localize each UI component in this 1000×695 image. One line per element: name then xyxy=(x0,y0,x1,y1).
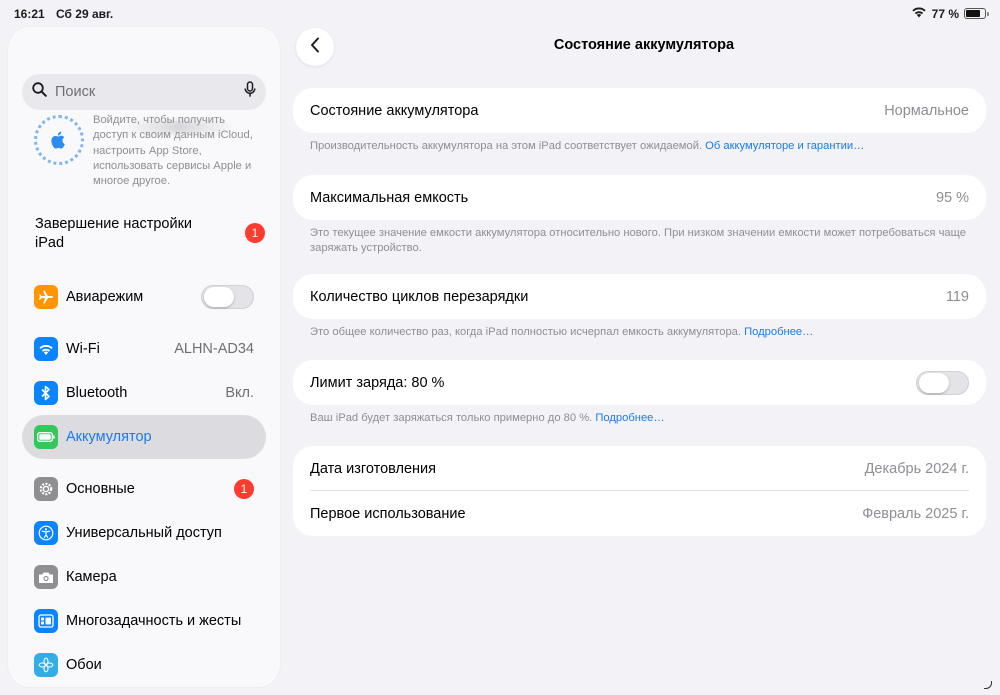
max-capacity-footnote: Это текущее значение емкости аккумулятор… xyxy=(310,227,966,254)
battery-status-icon xyxy=(964,8,989,19)
charge-cycles-card: Количество циклов перезарядки 119 xyxy=(293,274,986,319)
sidebar-item-label: Wi-Fi xyxy=(66,341,100,357)
sidebar-item-airplane[interactable]: Авиарежим xyxy=(22,275,266,319)
status-time: 16:21 xyxy=(14,7,45,21)
charge-cycles-footnote: Это общее количество раз, когда iPad пол… xyxy=(310,325,980,340)
battery-percent: 77 % xyxy=(931,6,959,21)
search-field[interactable]: Поиск xyxy=(22,74,266,110)
setup-badge: 1 xyxy=(245,223,265,243)
wallpaper-icon xyxy=(34,653,58,677)
page-title: Состояние аккумулятора xyxy=(553,37,735,53)
wifi-status-icon xyxy=(911,6,927,21)
sidebar-item-label: Камера xyxy=(66,569,117,585)
charge-limit-label: Лимит заряда: 80 % xyxy=(310,374,445,391)
status-bar: 16:21 Сб 29 авг. 77 % xyxy=(0,0,1000,26)
bluetooth-status: Вкл. xyxy=(225,385,254,401)
general-badge: 1 xyxy=(234,479,254,499)
charge-limit-row: Лимит заряда: 80 % xyxy=(293,360,986,405)
charge-cycles-footnote-text: Это общее количество раз, когда iPad пол… xyxy=(310,326,742,338)
bluetooth-icon xyxy=(34,381,58,405)
apple-id-description: Войдите, чтобы получить доступ к своим д… xyxy=(93,114,253,188)
sidebar-item-bluetooth[interactable]: Bluetooth Вкл. xyxy=(22,371,266,415)
charge-limit-footnote: Ваш iPad будет заряжаться только примерн… xyxy=(310,411,980,426)
status-time-date: 16:21 Сб 29 авг. xyxy=(14,7,113,21)
charge-limit-more-link[interactable]: Подробнее… xyxy=(595,412,664,424)
charge-limit-card: Лимит заряда: 80 % xyxy=(293,360,986,405)
sidebar-item-label: Аккумулятор xyxy=(66,429,152,445)
first-use-row: Первое использование Февраль 2025 г. xyxy=(293,491,986,536)
sidebar-item-label: Обои xyxy=(66,657,102,673)
finish-setup-label: Завершение настройки iPad xyxy=(35,216,193,251)
sidebar-item-wifi[interactable]: Wi-Fi ALHN-AD34 xyxy=(22,327,266,371)
charge-cycles-row: Количество циклов перезарядки 119 xyxy=(293,274,986,319)
accessibility-icon xyxy=(34,521,58,545)
sidebar-item-label: Bluetooth xyxy=(66,385,128,401)
charge-cycles-value: 119 xyxy=(945,288,969,305)
wifi-network-name: ALHN-AD34 xyxy=(174,341,254,357)
resize-corner xyxy=(984,681,992,689)
max-capacity-label: Максимальная емкость xyxy=(310,189,469,206)
sidebar-item-wallpaper[interactable]: Обои xyxy=(22,643,266,687)
sidebar-item-camera[interactable]: Камера xyxy=(22,555,266,599)
max-capacity-value: 95 % xyxy=(935,189,969,206)
apple-id-signin[interactable]: Войдите, чтобы получить доступ к своим д… xyxy=(34,113,264,193)
charge-limit-footnote-text: Ваш iPad будет заряжаться только примерн… xyxy=(310,412,593,424)
first-use-value: Февраль 2025 г. xyxy=(862,505,969,522)
wifi-icon xyxy=(34,337,58,361)
sidebar-item-battery[interactable]: Аккумулятор xyxy=(22,415,266,459)
sidebar-item-multitasking[interactable]: Многозадачность и жесты xyxy=(22,599,266,643)
status-date: Сб 29 авг. xyxy=(56,7,114,21)
battery-dates-card: Дата изготовления Декабрь 2024 г. Первое… xyxy=(293,446,986,536)
search-icon xyxy=(32,82,47,102)
manufacture-date-row: Дата изготовления Декабрь 2024 г. xyxy=(293,446,986,491)
multitasking-icon xyxy=(34,609,58,633)
first-use-label: Первое использование xyxy=(310,505,466,522)
max-capacity-card: Максимальная емкость 95 % xyxy=(293,175,986,220)
battery-warranty-link[interactable]: Об аккумуляторе и гарантии… xyxy=(705,140,864,152)
charge-limit-toggle[interactable] xyxy=(916,370,969,395)
battery-icon xyxy=(34,425,58,449)
battery-health-footnote-text: Производительность аккумулятора на этом … xyxy=(310,140,703,152)
battery-health-footnote: Производительность аккумулятора на этом … xyxy=(310,139,980,154)
airplane-mode-toggle[interactable] xyxy=(201,285,254,309)
manufacture-date-value: Декабрь 2024 г. xyxy=(864,460,969,477)
gear-icon xyxy=(34,477,58,501)
sidebar-item-label: Авиарежим xyxy=(66,289,144,305)
apple-account-icon xyxy=(34,115,84,165)
battery-health-card: Состояние аккумулятора Нормальное xyxy=(293,88,986,133)
sidebar-item-label: Многозадачность и жесты xyxy=(66,613,242,629)
sidebar-item-general[interactable]: Основные 1 xyxy=(22,467,266,511)
charge-cycles-label: Количество циклов перезарядки xyxy=(310,288,529,305)
sidebar-item-label: Универсальный доступ xyxy=(66,525,222,541)
battery-health-row: Состояние аккумулятора Нормальное xyxy=(293,88,986,133)
sidebar-item-accessibility[interactable]: Универсальный доступ xyxy=(22,511,266,555)
camera-icon xyxy=(34,565,58,589)
charge-cycles-more-link[interactable]: Подробнее… xyxy=(744,326,813,338)
search-placeholder: Поиск xyxy=(55,84,96,100)
battery-health-value: Нормальное xyxy=(884,102,969,119)
battery-health-label: Состояние аккумулятора xyxy=(310,102,479,119)
airplane-icon xyxy=(34,285,58,309)
manufacture-date-label: Дата изготовления xyxy=(310,460,436,477)
sidebar-item-label: Основные xyxy=(66,481,135,497)
finish-setup-row[interactable]: Завершение настройки iPad 1 xyxy=(35,215,265,255)
max-capacity-row: Максимальная емкость 95 % xyxy=(293,175,986,220)
status-indicators: 77 % xyxy=(911,6,989,21)
sidebar: Поиск Войдите, чтобы получить доступ к с… xyxy=(8,27,280,687)
microphone-icon[interactable] xyxy=(244,81,256,103)
settings-menu: Авиарежим Wi-Fi ALHN-AD34 Bluetooth Вкл.… xyxy=(22,275,266,687)
